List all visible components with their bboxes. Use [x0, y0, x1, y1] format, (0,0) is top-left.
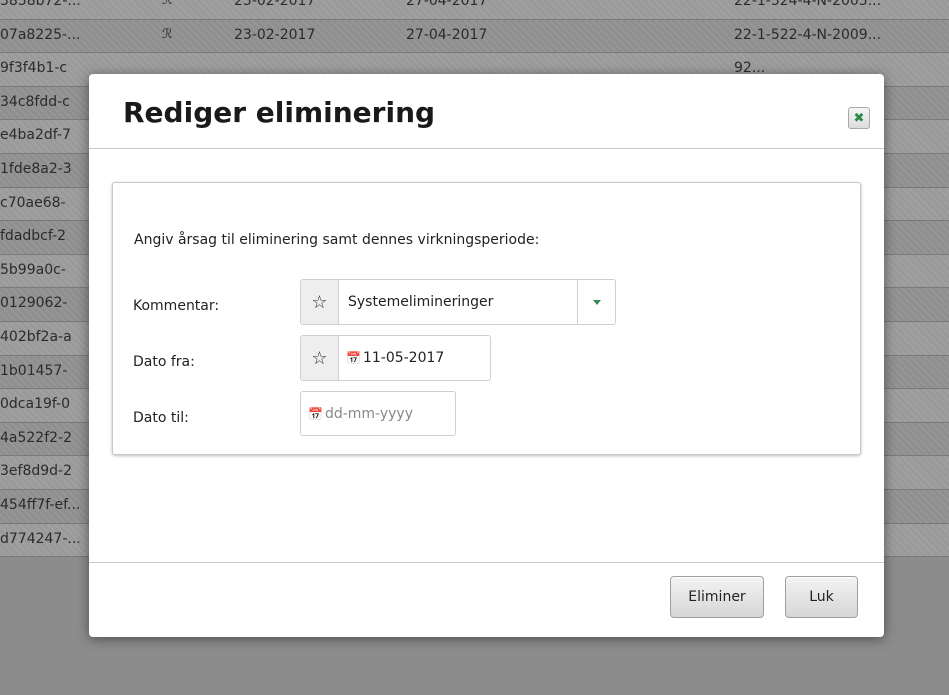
instruction-text: Angiv årsag til eliminering samt dennes …: [134, 232, 540, 248]
dato-fra-input[interactable]: ☆ 📅 11-05-2017: [300, 335, 491, 381]
row-date-modified: 27-04-2017: [406, 0, 488, 9]
table-row: 3858b72-... ℛ 23-02-2017 27-04-2017 22-1-524…: [0, 0, 949, 20]
star-icon[interactable]: ☆: [301, 336, 339, 380]
row-id: 0dca19f-0: [0, 396, 71, 413]
row-reference: 22-1-524-4-N-2005...: [734, 0, 882, 9]
dropdown-toggle[interactable]: [577, 280, 615, 324]
dato-til-input[interactable]: 📅 dd-mm-yyyy: [300, 391, 456, 436]
dato-til-label: Dato til:: [133, 410, 189, 426]
row-id: e4ba2df-7: [0, 127, 71, 144]
dialog-title: Rediger eliminering: [123, 96, 436, 129]
star-icon[interactable]: ☆: [301, 280, 339, 324]
luk-button[interactable]: Luk: [785, 576, 858, 618]
dato-til-field[interactable]: 📅 dd-mm-yyyy: [301, 392, 455, 435]
row-id: d774247-...: [0, 530, 81, 547]
close-button[interactable]: ✖: [848, 107, 870, 129]
row-id: 34c8fdd-c: [0, 93, 70, 110]
kommentar-select[interactable]: ☆ Systemelimineringer: [300, 279, 616, 325]
rss-icon: ℛ: [162, 26, 173, 42]
row-id: 3858b72-...: [0, 0, 81, 9]
header-divider: [89, 148, 884, 149]
row-date-created: 23-02-2017: [234, 26, 316, 43]
dato-fra-value: 11-05-2017: [362, 350, 445, 366]
row-id: 3ef8d9d-2: [0, 463, 72, 480]
row-id: c70ae68-: [0, 194, 66, 211]
row-id: fdadbcf-2: [0, 228, 66, 245]
row-id: 1b01457-: [0, 362, 68, 379]
kommentar-value: Systemelimineringer: [348, 294, 494, 310]
row-id: 454ff7f-ef...: [0, 496, 81, 513]
row-id: 402bf2a-a: [0, 328, 72, 345]
footer-divider: [89, 562, 884, 563]
calendar-icon: 📅: [308, 406, 323, 421]
dato-fra-label: Dato fra:: [133, 354, 195, 370]
row-reference: 22-1-522-4-N-2009...: [734, 26, 882, 43]
close-icon: ✖: [853, 110, 865, 126]
row-id: 5b99a0c-: [0, 261, 66, 278]
dato-fra-field[interactable]: 📅 11-05-2017: [339, 336, 490, 380]
row-id: 9f3f4b1-c: [0, 60, 68, 77]
edit-elimination-dialog: Rediger eliminering ✖ Angiv årsag til el…: [89, 74, 884, 637]
form-panel: Angiv årsag til eliminering samt dennes …: [112, 182, 861, 455]
table-row: 07a8225-... ℛ 23-02-2017 27-04-2017 22-1-522…: [0, 19, 949, 54]
row-id: 4a522f2-2: [0, 429, 73, 446]
rss-icon: ℛ: [162, 0, 173, 8]
caret-down-icon: [592, 299, 601, 305]
eliminer-button[interactable]: Eliminer: [670, 576, 764, 618]
dato-til-placeholder: dd-mm-yyyy: [324, 405, 413, 422]
row-date-modified: 27-04-2017: [406, 26, 488, 43]
row-date-created: 23-02-2017: [234, 0, 316, 9]
row-id: 0129062-: [0, 295, 68, 312]
row-id: 07a8225-...: [0, 26, 81, 43]
kommentar-label: Kommentar:: [133, 298, 220, 314]
row-id: 1fde8a2-3: [0, 160, 72, 177]
calendar-icon: 📅: [346, 351, 361, 365]
